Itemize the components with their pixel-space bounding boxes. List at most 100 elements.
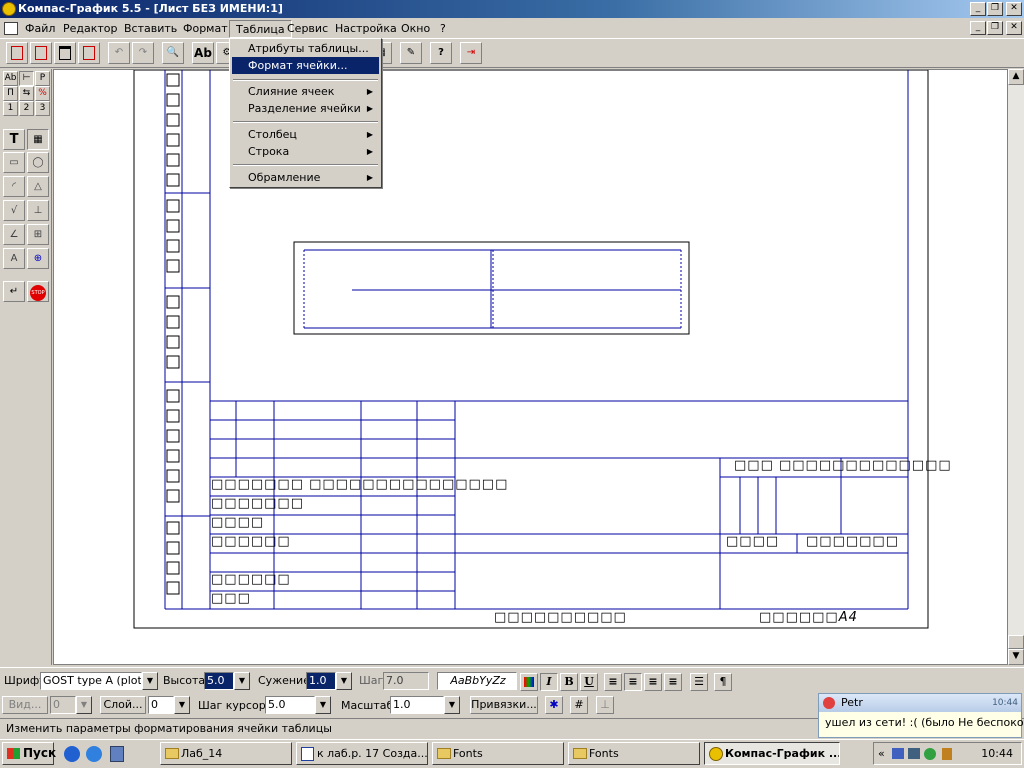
color-icon[interactable] (520, 673, 538, 691)
menu-help[interactable]: ? (434, 20, 452, 38)
view-dropdown-icon[interactable]: ▼ (76, 696, 92, 714)
grid-toggle-icon[interactable]: # (570, 696, 588, 714)
menu-split-cell[interactable]: Разделение ячейки ▶ (232, 100, 379, 117)
menu-cell-format[interactable]: Формат ячейки... (232, 57, 379, 74)
align-center-icon[interactable]: ≡ (624, 673, 642, 691)
stop-icon[interactable]: STOP (27, 281, 49, 302)
snaps-button[interactable]: Привязки... (470, 696, 538, 714)
align-left-icon[interactable]: ≡ (604, 673, 622, 691)
pencil-edit-icon[interactable]: ✎ (400, 42, 422, 64)
panel-3-button[interactable]: 3 (35, 101, 50, 116)
new-sheet-icon[interactable] (6, 42, 28, 64)
mode-p-icon[interactable]: P (35, 71, 50, 86)
scroll-thumb[interactable] (1008, 635, 1024, 649)
rect-tool-icon[interactable]: ▭ (3, 152, 25, 173)
menu-merge-cells[interactable]: Слияние ячеек ▶ (232, 83, 379, 100)
list-format-icon[interactable]: ☰ (690, 673, 708, 691)
redo-icon[interactable]: ↷ (132, 42, 154, 64)
open-file-icon[interactable] (54, 42, 76, 64)
cursor-step-combo[interactable]: 5.0 (265, 696, 315, 714)
font-dropdown-icon[interactable]: ▼ (142, 672, 158, 690)
task-fonts-2[interactable]: Fonts (568, 742, 700, 765)
label-tool-icon[interactable]: A (3, 248, 25, 269)
task-kompas[interactable]: Компас-График ... (704, 742, 840, 765)
cursor-step-dropdown-icon[interactable]: ▼ (315, 696, 331, 714)
enter-icon[interactable]: ↵ (3, 281, 25, 302)
task-lab14[interactable]: Лаб_14 (160, 742, 292, 765)
panel-arrows-button[interactable]: ⇆ (19, 86, 34, 101)
layer-dropdown-icon[interactable]: ▼ (174, 696, 190, 714)
window-title-bar[interactable]: Компас-График 5.5 - [Лист БЕЗ ИМЕНИ:1] (0, 0, 1024, 18)
italic-button[interactable]: I (540, 673, 558, 691)
start-button[interactable]: Пуск (2, 742, 56, 765)
align-justify-icon[interactable]: ≡ (664, 673, 682, 691)
doc-close-button[interactable]: ✕ (1006, 21, 1022, 35)
ie-icon[interactable] (64, 746, 80, 762)
panel-1-button[interactable]: 1 (3, 101, 18, 116)
tray-expand-icon[interactable]: « (878, 743, 885, 764)
doc-minimize-button[interactable]: _ (970, 21, 986, 35)
icq-tray-icon[interactable] (924, 748, 936, 760)
step-input[interactable]: 7.0 (383, 672, 429, 690)
menu-window[interactable]: Окно (395, 20, 436, 38)
underline-button[interactable]: U (580, 673, 598, 691)
context-help-icon[interactable]: ? (430, 42, 452, 64)
panel-percent-button[interactable]: % (35, 86, 50, 101)
zoom-window-icon[interactable]: 🔍 (162, 42, 184, 64)
doc-restore-button[interactable]: ❐ (987, 21, 1003, 35)
scale-dropdown-icon[interactable]: ▼ (444, 696, 460, 714)
panel-p-button[interactable]: П (3, 86, 18, 101)
undo-icon[interactable]: ↶ (108, 42, 130, 64)
close-button[interactable]: ✕ (1006, 2, 1022, 16)
bold-button[interactable]: B (560, 673, 578, 691)
menu-file[interactable]: Файл (19, 20, 61, 38)
menu-borders[interactable]: Обрамление ▶ (232, 169, 379, 186)
roughness-tool-icon[interactable]: √ (3, 200, 25, 221)
mode-dim-icon[interactable]: ⊢ (19, 71, 34, 86)
view-button[interactable]: Вид... (2, 696, 48, 714)
menu-settings[interactable]: Настройка (329, 20, 403, 38)
monitor-icon[interactable] (908, 748, 920, 759)
height-input[interactable]: 5.0 (204, 672, 234, 690)
minimize-button[interactable]: _ (970, 2, 986, 16)
ie-alt-icon[interactable] (86, 746, 102, 762)
vertical-scrollbar[interactable]: ▲ ▼ (1008, 69, 1024, 665)
scroll-up-icon[interactable]: ▲ (1008, 69, 1024, 85)
mode-text-icon[interactable]: Ab (3, 71, 18, 86)
align-right-icon[interactable]: ≡ (644, 673, 662, 691)
menu-table-attributes[interactable]: Атрибуты таблицы... (232, 40, 379, 57)
text-edit-icon[interactable]: Ab (192, 42, 214, 64)
view-combo[interactable]: 0 (50, 696, 76, 714)
crosshair-tool-icon[interactable]: ⊕ (27, 248, 49, 269)
layer-button[interactable]: Слой... (100, 696, 146, 714)
circle-tool-icon[interactable]: ◯ (27, 152, 49, 173)
panel-2-button[interactable]: 2 (19, 101, 34, 116)
volume-icon[interactable] (942, 748, 952, 760)
scale-combo[interactable]: 1.0 (390, 696, 444, 714)
save-file-icon[interactable] (78, 42, 100, 64)
base-tool-icon[interactable]: ⊥ (27, 200, 49, 221)
menu-format[interactable]: Формат (177, 20, 234, 38)
scroll-down-icon[interactable]: ▼ (1008, 649, 1024, 665)
font-combo[interactable]: GOST type A (plotter (40, 672, 142, 690)
narrow-dropdown-icon[interactable]: ▼ (336, 672, 352, 690)
icq-notification[interactable]: Petr 10:44 ушел из сети! :( (было Не бес… (818, 693, 1024, 738)
ortho-toggle-icon[interactable]: ⊥ (596, 696, 614, 714)
table-tool-icon[interactable]: ▦ (27, 129, 49, 150)
task-fonts-1[interactable]: Fonts (432, 742, 564, 765)
drawing-canvas[interactable]: □□□□□□□ □□□□□□□□□□□□□□□ □□□□□□□ □□□□ □□□… (53, 69, 1008, 665)
doc-menu-icon[interactable] (4, 22, 18, 35)
text-tool-icon[interactable]: T (3, 129, 25, 150)
quicklaunch-icon[interactable] (110, 746, 124, 762)
menu-column[interactable]: Столбец ▶ (232, 126, 379, 143)
task-word-doc[interactable]: к лаб.р. 17 Созда... (296, 742, 428, 765)
triangle-tool-icon[interactable]: △ (27, 176, 49, 197)
arc-tool-icon[interactable]: ◜ (3, 176, 25, 197)
menu-row[interactable]: Строка ▶ (232, 143, 379, 160)
grid-tool-icon[interactable]: ⊞ (27, 224, 49, 245)
exit-icon[interactable]: ⇥ (460, 42, 482, 64)
height-dropdown-icon[interactable]: ▼ (234, 672, 250, 690)
paragraph-button[interactable]: ¶ (714, 673, 732, 691)
narrow-input[interactable]: 1.0 (306, 672, 336, 690)
menu-service[interactable]: Сервис (281, 20, 334, 38)
